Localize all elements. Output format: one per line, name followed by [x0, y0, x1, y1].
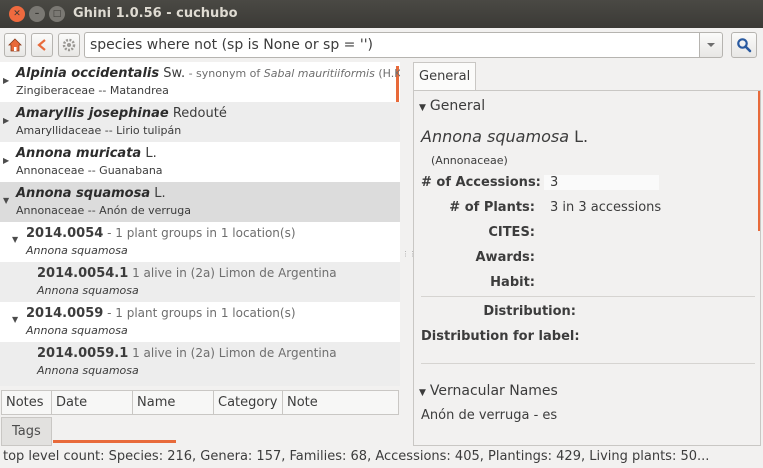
- species-author: L.: [145, 146, 157, 161]
- accession-row[interactable]: ▼ 2014.0054 - 1 plant groups in 1 locati…: [0, 222, 400, 262]
- info-species-author: L.: [574, 127, 589, 146]
- plants-value: 3 in 3 accessions: [550, 200, 662, 215]
- expander-down-icon[interactable]: ▼: [12, 315, 18, 324]
- search-history-dropdown[interactable]: [699, 32, 723, 58]
- list-item[interactable]: ▶ Annona muricata L. Annonaceae -- Guana…: [0, 142, 400, 182]
- date-column-header[interactable]: Date: [51, 390, 133, 415]
- general-header: General: [429, 98, 486, 114]
- plant-species: Annona squamosa: [37, 284, 139, 297]
- accession-desc: - 1 plant groups in 1 location(s): [103, 226, 296, 240]
- plant-species: Annona squamosa: [37, 364, 139, 377]
- close-icon[interactable]: ✕: [9, 6, 25, 22]
- plant-code: 2014.0059.1: [37, 346, 129, 361]
- results-tree[interactable]: ▶ Alpinia occidentalis Sw. - synonym of …: [0, 62, 400, 386]
- chevron-left-icon: [37, 39, 46, 51]
- species-family: Annonaceae -- Anón de verruga: [16, 204, 191, 217]
- plant-row[interactable]: 2014.0054.1 1 alive in (2a) Limon de Arg…: [0, 262, 400, 302]
- general-expander[interactable]: ▼ General: [419, 98, 485, 114]
- expander-right-icon[interactable]: ▶: [3, 76, 9, 85]
- vernacular-value: Anón de verruga - es: [421, 408, 558, 423]
- distribution-label-label: Distribution for label:: [421, 329, 580, 344]
- accession-species: Annona squamosa: [26, 324, 128, 337]
- name-column-header[interactable]: Name: [132, 390, 214, 415]
- expander-down-icon[interactable]: ▼: [3, 196, 9, 205]
- search-icon: [737, 38, 752, 53]
- info-species: Annona squamosa L.: [421, 127, 588, 146]
- active-tab-indicator: [53, 440, 176, 443]
- expander-right-icon[interactable]: ▶: [3, 116, 9, 125]
- toolbar: species where not (sp is None or sp = ''…: [0, 28, 763, 62]
- synonym-author: (H.K...: [378, 67, 400, 80]
- species-name: Amaryllis josephinae: [16, 106, 169, 121]
- accessions-value: 3: [544, 175, 659, 190]
- species-family: Amaryllidaceae -- Lirio tulipán: [16, 124, 182, 137]
- species-name: Alpinia occidentalis: [16, 66, 160, 81]
- info-pane: General ▼ General Annona squamosa L. (Ann…: [412, 62, 763, 448]
- plant-desc: 1 alive in (2a) Limon de Argentina: [128, 266, 337, 280]
- maximize-icon[interactable]: □: [49, 6, 65, 22]
- species-author: Redouté: [172, 106, 227, 121]
- accession-code: 2014.0054: [26, 226, 104, 241]
- accession-species: Annona squamosa: [26, 244, 128, 257]
- cites-label: CITES:: [488, 225, 535, 240]
- species-author: L.: [154, 186, 166, 201]
- list-item-selected[interactable]: ▼ Annona squamosa L. Annonaceae -- Anón …: [0, 182, 400, 222]
- plant-row[interactable]: 2014.0059.1 1 alive in (2a) Limon de Arg…: [0, 342, 400, 386]
- accessions-label: # of Accessions:: [421, 175, 541, 190]
- back-button[interactable]: [31, 33, 53, 57]
- plant-code: 2014.0054.1: [37, 266, 129, 281]
- plant-desc: 1 alive in (2a) Limon de Argentina: [128, 346, 337, 360]
- accession-code: 2014.0059: [26, 306, 104, 321]
- notes-column-header[interactable]: Notes: [1, 390, 52, 415]
- info-box: ▼ General Annona squamosa L. (Annonaceae)…: [413, 90, 761, 446]
- tab-general[interactable]: General: [413, 62, 476, 90]
- title-bar: ✕ – □ Ghini 1.0.56 - cuchubo: [0, 0, 763, 28]
- divider: [421, 363, 755, 364]
- notes-panel: Notes Date Name Category Note Tags: [0, 390, 400, 446]
- synonym-note: - synonym of: [185, 67, 264, 80]
- habit-label: Habit:: [490, 275, 535, 290]
- info-family: (Annonaceae): [431, 154, 508, 167]
- status-bar: top level count: Species: 216, Genera: 1…: [0, 448, 763, 468]
- accession-desc: - 1 plant groups in 1 location(s): [103, 306, 296, 320]
- category-column-header[interactable]: Category: [213, 390, 283, 415]
- search-button[interactable]: [731, 32, 757, 58]
- accession-row[interactable]: ▼ 2014.0059 - 1 plant groups in 1 locati…: [0, 302, 400, 342]
- distribution-label: Distribution:: [483, 304, 576, 319]
- info-species-name: Annona squamosa: [421, 127, 569, 146]
- gear-icon: [62, 38, 76, 52]
- expander-down-icon: ▼: [419, 388, 426, 398]
- species-name: Annona squamosa: [16, 186, 151, 201]
- home-icon: [8, 38, 22, 52]
- minimize-icon[interactable]: –: [29, 6, 45, 22]
- expander-down-icon[interactable]: ▼: [12, 235, 18, 244]
- chevron-down-icon: [707, 43, 715, 47]
- pane-divider-handle[interactable]: ⋮⋮: [402, 250, 416, 258]
- info-scrollbar[interactable]: [758, 91, 760, 231]
- species-family: Zingiberaceae -- Matandrea: [16, 84, 169, 97]
- search-input[interactable]: species where not (sp is None or sp = ''…: [84, 32, 700, 58]
- species-family: Annonaceae -- Guanabana: [16, 164, 163, 177]
- vernacular-header: Vernacular Names: [429, 383, 558, 399]
- list-item[interactable]: ▶ Alpinia occidentalis Sw. - synonym of …: [0, 62, 400, 102]
- expander-right-icon[interactable]: ▶: [3, 156, 9, 165]
- divider: [421, 296, 755, 297]
- plants-label: # of Plants:: [449, 200, 535, 215]
- synonym-species: Sabal mauritiiformis: [263, 67, 375, 80]
- vernacular-expander[interactable]: ▼ Vernacular Names: [419, 383, 558, 399]
- window-title: Ghini 1.0.56 - cuchubo: [73, 6, 238, 21]
- species-name: Annona muricata: [16, 146, 142, 161]
- note-column-header[interactable]: Note: [282, 390, 399, 415]
- list-item[interactable]: ▶ Amaryllis josephinae Redouté Amaryllid…: [0, 102, 400, 142]
- expander-down-icon: ▼: [419, 103, 426, 113]
- preferences-button[interactable]: [58, 33, 80, 57]
- species-author: Sw.: [163, 66, 186, 81]
- home-button[interactable]: [4, 33, 26, 57]
- awards-label: Awards:: [475, 250, 536, 265]
- tab-tags[interactable]: Tags: [1, 417, 52, 446]
